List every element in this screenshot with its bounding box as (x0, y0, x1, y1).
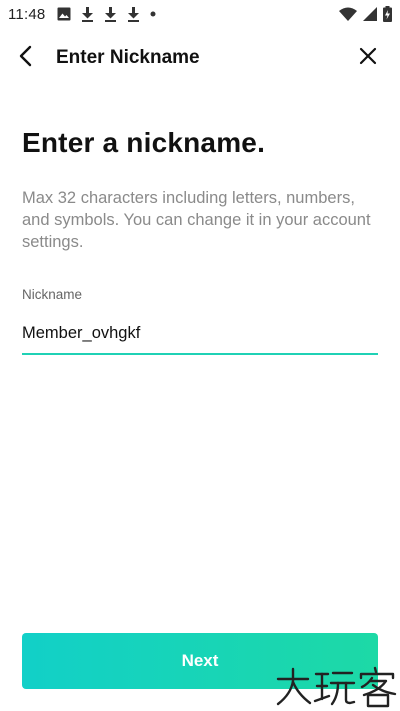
close-button[interactable] (354, 44, 382, 72)
screen: 11:48 Enter Nickname Enter a nickname. M… (0, 0, 400, 711)
download-icon (104, 6, 117, 22)
close-icon (359, 47, 377, 70)
dot-icon (150, 11, 156, 17)
watermark-logo (272, 664, 400, 708)
back-button[interactable] (12, 44, 40, 72)
wifi-icon (339, 7, 357, 21)
status-time: 11:48 (8, 5, 46, 23)
description-text: Max 32 characters including letters, num… (22, 189, 371, 251)
battery-icon (383, 6, 392, 22)
image-icon (57, 7, 71, 21)
app-bar: Enter Nickname (0, 30, 400, 86)
nickname-input[interactable] (22, 318, 378, 348)
status-bar: 11:48 (0, 0, 400, 28)
download-icon (127, 6, 140, 22)
nickname-underline (22, 353, 378, 355)
notification-icons (57, 6, 156, 22)
heading: Enter a nickname. (22, 127, 266, 158)
back-arrow-icon (19, 45, 33, 72)
nickname-label: Nickname (22, 287, 83, 302)
signal-icon (363, 7, 377, 21)
page-title: Enter Nickname (56, 47, 200, 68)
system-icons (339, 6, 392, 22)
download-icon (81, 6, 94, 22)
